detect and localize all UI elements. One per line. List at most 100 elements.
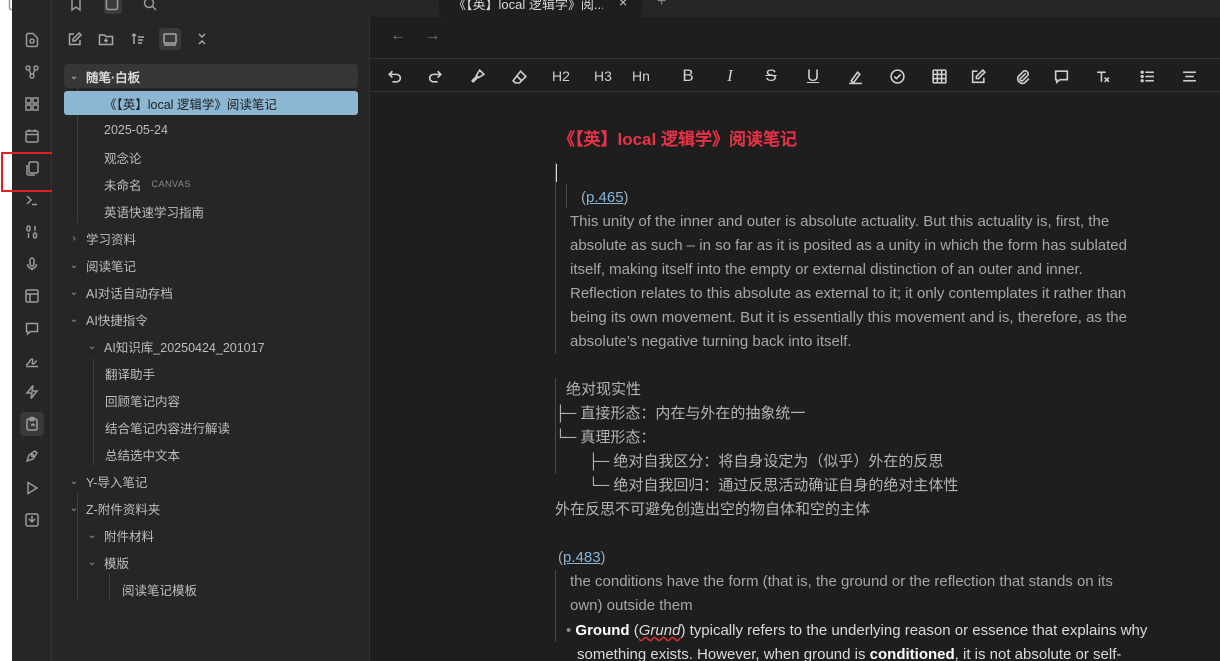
tab-title: 《【英】local 逻辑学》阅... <box>453 0 603 12</box>
back-arrow-icon[interactable]: ← <box>390 27 406 44</box>
file-label: 未命名 <box>104 178 142 193</box>
page-link-line: (p.465) <box>581 189 629 206</box>
format-toolbar: H2 H3 Hn B I S U <box>370 58 1220 92</box>
file-label: 总结选中文本 <box>105 448 181 463</box>
bold-term: conditioned <box>869 646 955 661</box>
tree-line: ├─ 直接形态：内在与外在的抽象统一 <box>555 405 806 422</box>
chat-icon[interactable] <box>20 316 44 340</box>
bullet-text: ) typically refers to the underlying rea… <box>680 622 1148 639</box>
file-item-selected[interactable]: 《【英】local 逻辑学》阅读笔记 <box>64 91 358 115</box>
quote-line: Reflection relates to this absolute as e… <box>570 285 1127 302</box>
file-label: 英语快速学习指南 <box>104 205 205 220</box>
folder-item[interactable]: ⌄ 模版 <box>86 550 129 574</box>
chevron-down-icon: ⌄ <box>69 475 79 487</box>
collapse-view-icon[interactable] <box>159 28 181 50</box>
folder-label: 学习资料 <box>86 232 137 247</box>
play-icon[interactable] <box>20 476 44 500</box>
quote-line: itself, making itself into the empty or … <box>570 261 1083 278</box>
files-view-icon[interactable] <box>104 0 122 14</box>
folder-label: AI快捷指令 <box>86 313 148 328</box>
tree-guide-line <box>109 574 110 601</box>
file-search-icon[interactable] <box>20 28 44 52</box>
folder-label: 模版 <box>104 556 130 571</box>
bookmark-icon[interactable] <box>68 0 86 14</box>
folder-item[interactable]: ⌄ AI对话自动存档 <box>68 280 173 304</box>
file-item[interactable]: 观念论 <box>104 145 142 169</box>
file-item[interactable]: 回顾笔记内容 <box>105 388 180 412</box>
binary-icon[interactable] <box>20 220 44 244</box>
tree-line: 绝对现实性 <box>566 381 642 398</box>
edit-box-icon[interactable] <box>968 65 988 87</box>
calendar-icon[interactable] <box>20 124 44 148</box>
new-folder-icon[interactable] <box>95 28 117 50</box>
new-tab-button[interactable]: + <box>657 0 666 11</box>
left-margin-strip <box>0 0 12 661</box>
heading-n-button[interactable]: Hn <box>631 65 651 87</box>
check-circle-icon[interactable] <box>887 65 907 87</box>
tab-close-button[interactable]: × <box>619 0 627 10</box>
underline-button[interactable]: U <box>803 65 823 87</box>
chevron-down-icon: ⌄ <box>87 529 97 541</box>
file-item[interactable]: 2025-05-24 <box>104 118 168 142</box>
redo-icon[interactable] <box>425 65 445 87</box>
signature-icon[interactable] <box>20 348 44 372</box>
undo-icon[interactable] <box>384 65 404 87</box>
chevron-down-icon: ⌄ <box>87 340 97 352</box>
table-icon[interactable] <box>929 65 949 87</box>
mic-icon[interactable] <box>20 252 44 276</box>
folder-item[interactable]: ⌄ AI快捷指令 <box>68 307 148 331</box>
italic-button[interactable]: I <box>720 65 740 87</box>
heading2-button[interactable]: H2 <box>551 65 571 87</box>
folder-item[interactable]: ⌄ AI知识库_20250424_201017 <box>86 334 265 358</box>
file-item[interactable]: 英语快速学习指南 <box>104 199 204 223</box>
clipboard-icon[interactable] <box>20 412 44 436</box>
text-format-icon[interactable] <box>1092 65 1112 87</box>
folder-item[interactable]: ⌄ 附件材料 <box>86 523 154 547</box>
file-item[interactable]: 翻译助手 <box>105 361 155 385</box>
align-center-icon[interactable] <box>1179 65 1199 87</box>
format-painter-icon[interactable] <box>467 65 487 87</box>
graph-icon[interactable] <box>20 60 44 84</box>
comment-icon[interactable] <box>1051 65 1071 87</box>
chevron-down-icon: ⌄ <box>69 70 79 82</box>
folder-label: 附件材料 <box>104 529 155 544</box>
lightning-icon[interactable] <box>20 380 44 404</box>
grid-icon[interactable] <box>20 92 44 116</box>
pen-tool-icon[interactable] <box>20 444 44 468</box>
bullet-text: ( <box>629 622 639 639</box>
tab-active-note[interactable]: 《【英】local 逻辑学》阅... × <box>439 0 642 17</box>
tree-footer-line: 外在反思不可避免创造出空的物自体和空的主体 <box>555 501 871 518</box>
heading3-button[interactable]: H3 <box>593 65 613 87</box>
nav-arrows: ← → <box>390 27 454 45</box>
folder-root[interactable]: ⌄ 随笔·白板 <box>64 64 358 88</box>
file-label: 结合笔记内容进行解读 <box>105 421 231 436</box>
file-item[interactable]: 阅读笔记模板 <box>122 577 197 601</box>
eraser-icon[interactable] <box>509 65 529 87</box>
folder-item[interactable]: › 学习资料 <box>68 226 136 250</box>
new-note-icon[interactable] <box>64 28 86 50</box>
layout-icon[interactable] <box>20 284 44 308</box>
bullet-item: • Ground (Grund) typically refers to the… <box>566 619 1147 643</box>
file-item[interactable]: 总结选中文本 <box>105 442 180 466</box>
folder-label: AI知识库_20250424_201017 <box>104 340 265 355</box>
file-item[interactable]: 未命名 CANVAS <box>104 172 191 196</box>
attachment-icon[interactable] <box>1012 65 1032 87</box>
bold-button[interactable]: B <box>678 65 698 87</box>
list-icon[interactable] <box>1137 65 1157 87</box>
highlight-icon[interactable] <box>845 65 865 87</box>
file-item[interactable]: 结合笔记内容进行解读 <box>105 415 230 439</box>
strikethrough-button[interactable]: S <box>761 65 781 87</box>
page-link[interactable]: p.483 <box>563 549 601 566</box>
download-icon[interactable] <box>20 508 44 532</box>
bullet-text: , it is not absolute or self- <box>954 646 1122 661</box>
sort-icon[interactable] <box>127 28 149 50</box>
page-link[interactable]: p.465 <box>586 189 624 206</box>
folder-item[interactable]: ⌄ 阅读笔记 <box>68 253 136 277</box>
quote-line: own) outside them <box>570 597 693 614</box>
search-icon[interactable] <box>142 0 160 14</box>
folder-item[interactable]: ⌄ Z-附件资料夹 <box>68 496 161 520</box>
folder-item[interactable]: ⌄ Y-导入笔记 <box>68 469 148 493</box>
file-label: 观念论 <box>104 151 142 166</box>
forward-arrow-icon[interactable]: → <box>424 27 440 44</box>
collapse-all-icon[interactable] <box>191 28 213 50</box>
